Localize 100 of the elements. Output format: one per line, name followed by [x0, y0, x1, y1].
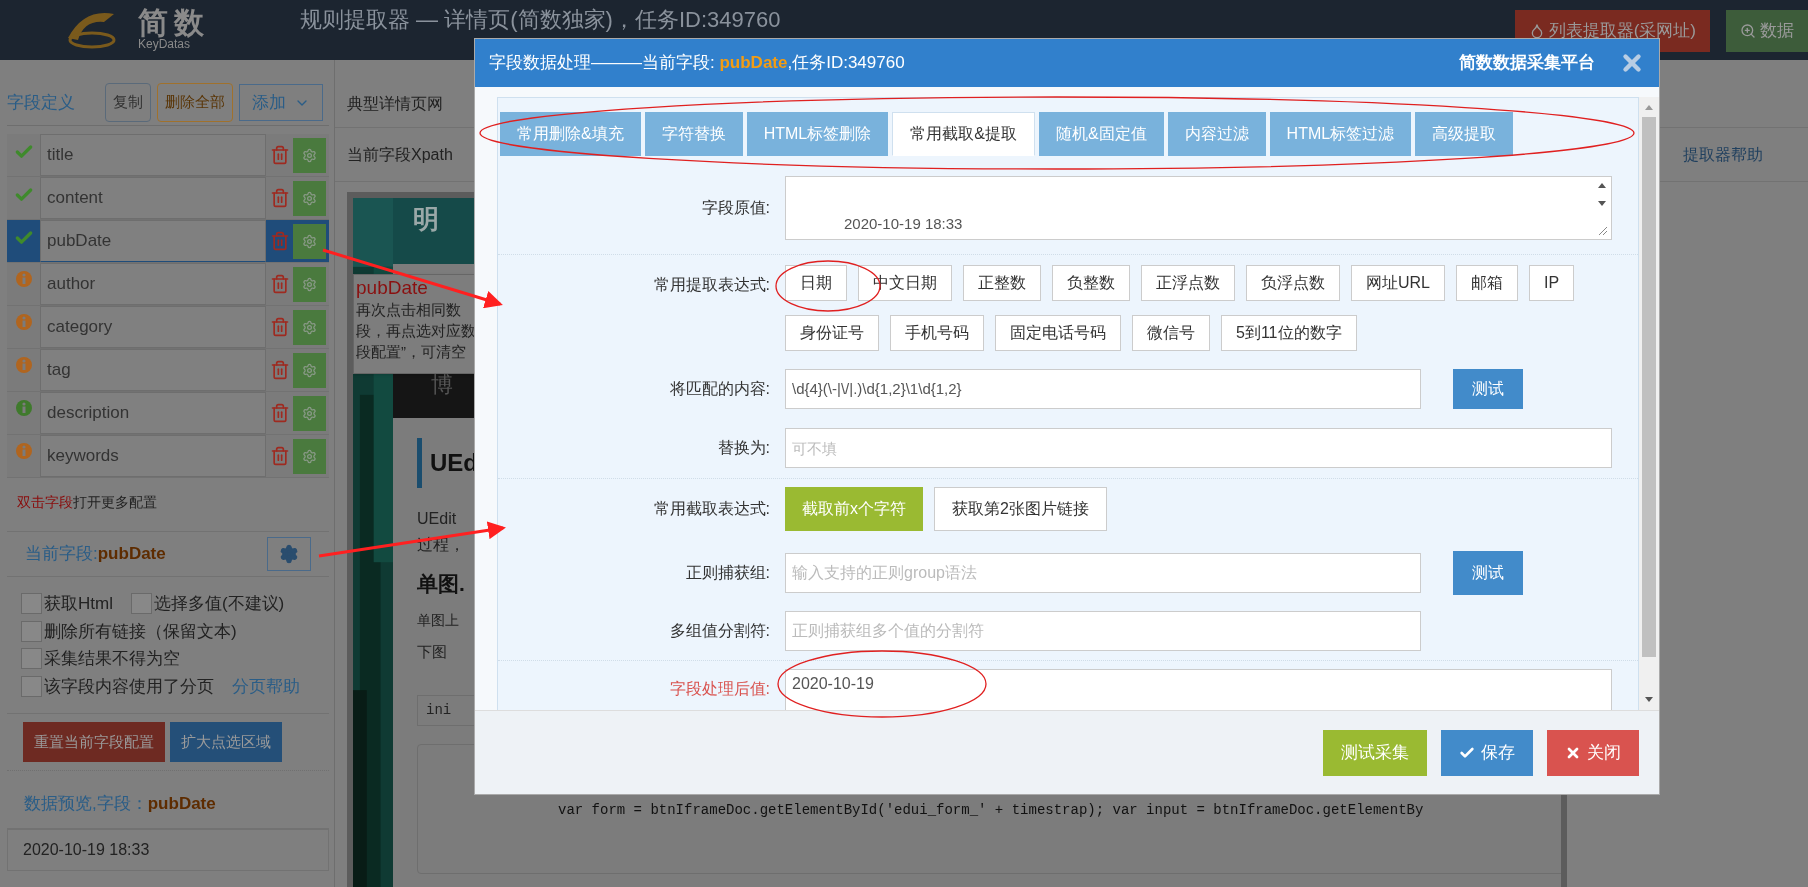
field-name-input[interactable]: category	[40, 306, 266, 348]
replace-input[interactable]: 可不填	[785, 428, 1612, 468]
current-field-label: 当前字段:pubDate	[25, 543, 167, 566]
hint-text: 双击字段打开更多配置	[17, 493, 158, 512]
add-dropdown[interactable]: 添加	[239, 84, 323, 121]
settings-icon	[302, 319, 317, 335]
expression-chip[interactable]: 负整数	[1052, 265, 1130, 301]
settings-button[interactable]	[293, 137, 326, 173]
footer-button[interactable]: 保存	[1441, 729, 1533, 776]
tab[interactable]: 随机&固定值	[1038, 112, 1164, 156]
action-button[interactable]: 扩大点选区域	[170, 722, 282, 762]
header-button[interactable]: 数据	[1726, 10, 1808, 52]
trash-icon[interactable]	[270, 187, 290, 209]
tab[interactable]: 常用截取&提取	[892, 112, 1035, 156]
expression-chip[interactable]: 固定电话号码	[995, 315, 1121, 351]
tooltip-line: 再次点击相同数	[356, 300, 462, 320]
field-row[interactable]: content	[7, 177, 329, 220]
expression-chip[interactable]: 5到11位的数字	[1221, 315, 1357, 351]
settings-button[interactable]	[293, 438, 326, 474]
field-row[interactable]: description	[7, 392, 329, 435]
scroll-down-icon[interactable]	[1644, 696, 1654, 704]
panel-button[interactable]: 删除全部	[157, 83, 233, 122]
settings-button[interactable]	[293, 180, 326, 216]
field-row[interactable]: title	[7, 134, 329, 177]
trash-icon[interactable]	[270, 316, 290, 338]
field-name-input[interactable]: title	[40, 134, 266, 176]
expression-chip[interactable]: 邮箱	[1456, 265, 1518, 301]
scroll-thumb[interactable]	[1642, 117, 1656, 657]
settings-button[interactable]	[293, 352, 326, 388]
option-checkbox[interactable]: 获取Html	[21, 591, 113, 617]
field-row[interactable]: category	[7, 306, 329, 349]
info-icon	[15, 443, 32, 459]
settings-icon	[302, 448, 317, 464]
test-button[interactable]: 测试	[1453, 551, 1523, 595]
settings-button[interactable]	[267, 537, 311, 571]
tab[interactable]: 内容过滤	[1167, 112, 1266, 156]
settings-button[interactable]	[293, 395, 326, 431]
tab[interactable]: 高级提取	[1415, 112, 1514, 156]
panel-title: 字段定义	[7, 91, 76, 114]
banner-text: 明	[413, 203, 439, 236]
expression-chip[interactable]: 负浮点数	[1246, 265, 1340, 301]
expression-chip[interactable]: IP	[1529, 265, 1575, 301]
scroll-up-icon[interactable]	[1644, 103, 1654, 111]
tab[interactable]: 字符替换	[644, 112, 743, 156]
group-input[interactable]: 输入支持的正则group语法	[785, 553, 1421, 593]
field-name-input[interactable]: author	[40, 263, 266, 305]
field-row[interactable]: tag	[7, 349, 329, 392]
help-link[interactable]: 提取器帮助	[1683, 142, 1763, 167]
trash-icon[interactable]	[270, 230, 290, 252]
form-label: 将匹配的内容:	[668, 379, 771, 399]
settings-button[interactable]	[293, 223, 326, 259]
settings-button[interactable]	[293, 309, 326, 345]
dialog-brand: 简数数据采集平台	[1459, 52, 1595, 75]
field-name-input[interactable]: pubDate	[40, 220, 266, 262]
option-checkbox[interactable]: 采集结果不得为空	[21, 646, 180, 672]
action-button[interactable]: 重置当前字段配置	[23, 722, 165, 762]
cut-expression-button[interactable]: 获取第2张图片链接	[934, 487, 1107, 531]
settings-icon	[279, 544, 299, 564]
expression-chip[interactable]: 手机号码	[890, 315, 984, 351]
result-textarea[interactable]: 2020-10-19	[785, 669, 1612, 710]
footer-button[interactable]: 关闭	[1547, 729, 1639, 776]
field-row[interactable]: author	[7, 263, 329, 306]
field-name-input[interactable]: description	[40, 392, 266, 434]
test-button[interactable]: 测试	[1453, 369, 1523, 409]
tab[interactable]: HTML标签删除	[746, 112, 889, 156]
form-label: 字段原值:	[700, 198, 771, 218]
trash-icon[interactable]	[270, 402, 290, 424]
trash-icon[interactable]	[270, 359, 290, 381]
paragraph-line: UEdit	[417, 509, 458, 529]
settings-button[interactable]	[293, 266, 326, 302]
trash-icon[interactable]	[270, 144, 290, 166]
expression-chip[interactable]: 身份证号	[785, 315, 879, 351]
info-icon	[15, 314, 32, 330]
expression-chip[interactable]: 日期	[785, 265, 847, 301]
field-name-input[interactable]: keywords	[40, 435, 266, 477]
pagination-help-link[interactable]: 分页帮助	[232, 673, 300, 699]
option-checkbox[interactable]: 该字段内容使用了分页	[21, 673, 214, 699]
trash-icon[interactable]	[270, 273, 290, 295]
option-checkbox[interactable]: 删除所有链接（保留文本)	[21, 618, 237, 644]
field-name-input[interactable]: tag	[40, 349, 266, 391]
expression-chip[interactable]: 正浮点数	[1141, 265, 1235, 301]
field-row[interactable]: keywords	[7, 435, 329, 478]
option-checkbox[interactable]: 选择多值(不建议)	[130, 591, 285, 617]
match-input[interactable]: \d{4}(\-|\/|.)\d{1,2}\1\d{1,2}	[785, 369, 1421, 409]
footer-button[interactable]: 测试采集	[1323, 729, 1427, 776]
original-value-textarea[interactable]: 2020-10-19 18:33	[785, 176, 1612, 240]
panel-button[interactable]: 复制	[105, 83, 151, 122]
expression-chip[interactable]: 微信号	[1132, 315, 1210, 351]
settings-icon	[302, 190, 317, 206]
trash-icon[interactable]	[270, 445, 290, 467]
tab[interactable]: HTML标签过滤	[1269, 112, 1412, 156]
separator-input[interactable]: 正则捕获组多个值的分割符	[785, 611, 1421, 651]
form-label: 正则捕获组:	[684, 563, 771, 583]
expression-chip[interactable]: 正整数	[963, 265, 1041, 301]
cut-expression-button[interactable]: 截取前x个字符	[785, 487, 923, 531]
field-name-input[interactable]: content	[40, 177, 266, 219]
tab[interactable]: 常用删除&填充	[500, 112, 641, 156]
field-row[interactable]: pubDate	[7, 220, 329, 263]
expression-chip[interactable]: 网址URL	[1351, 265, 1445, 301]
form-label: 替换为:	[716, 438, 771, 458]
